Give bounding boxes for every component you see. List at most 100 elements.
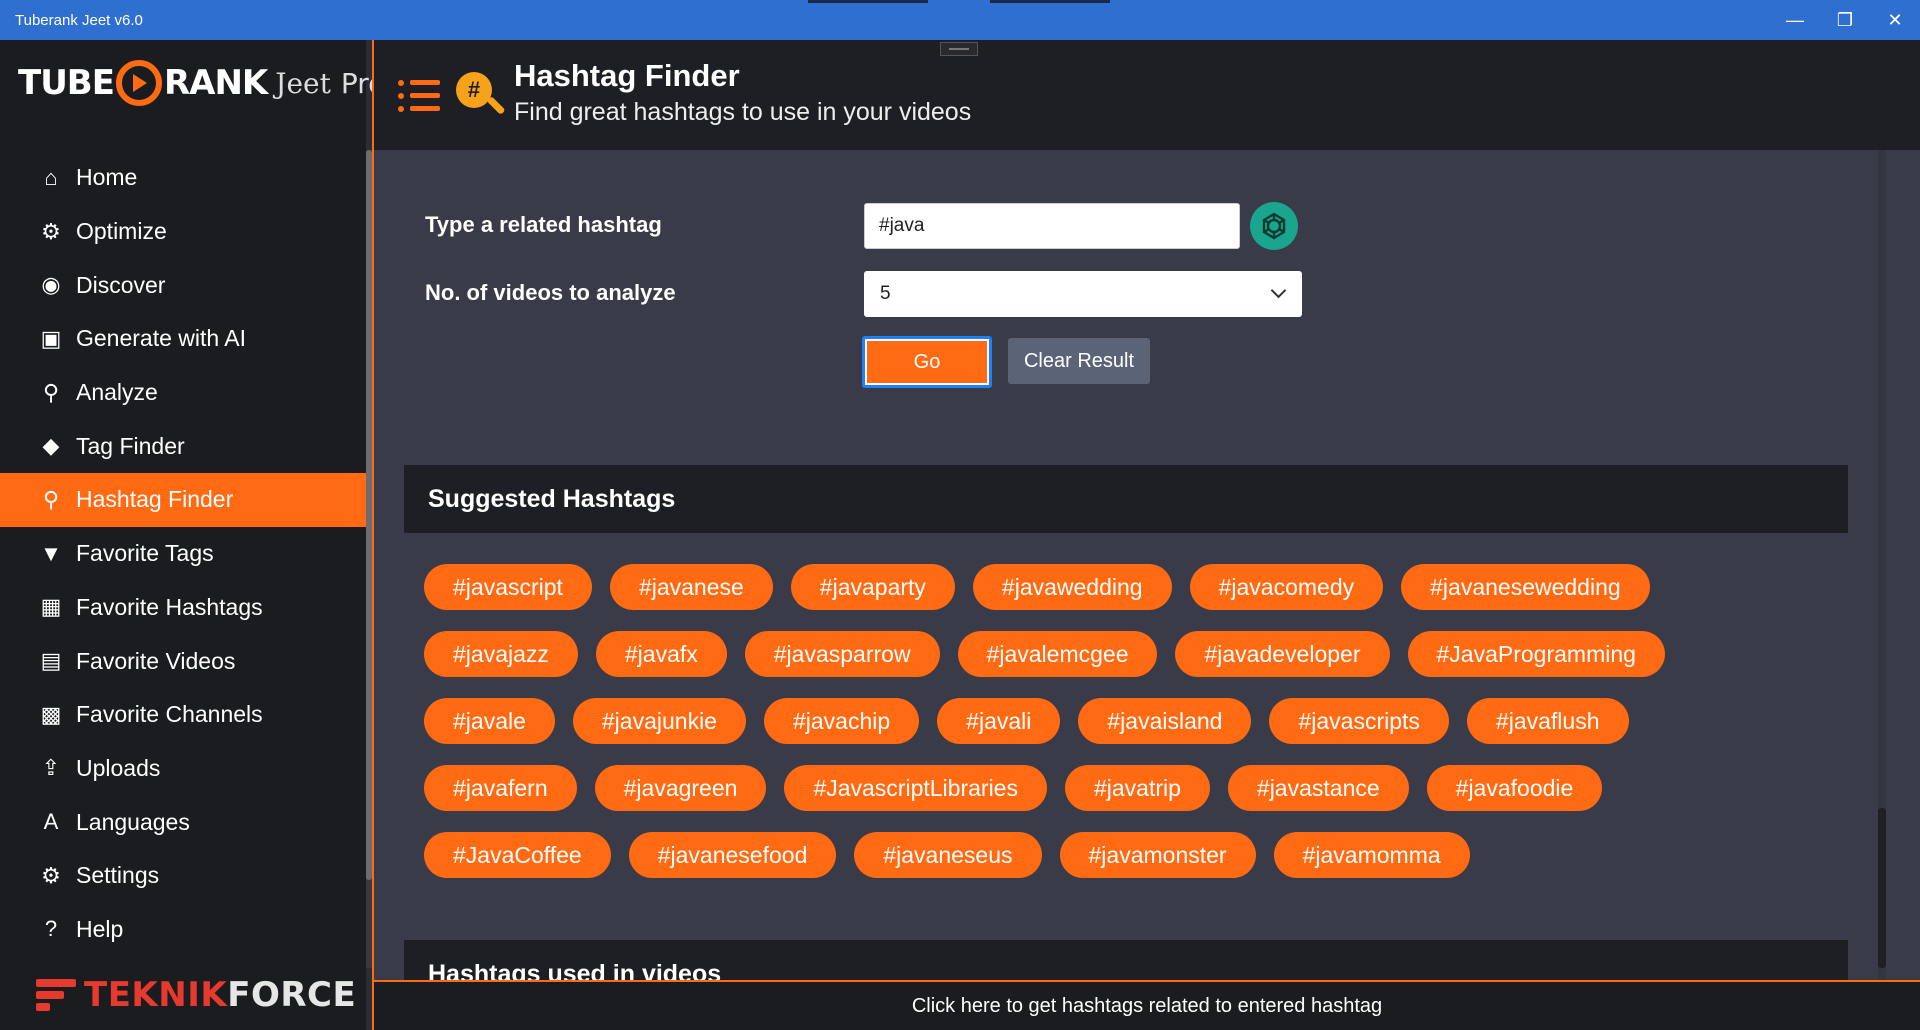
hashtag-chip[interactable]: #javastance [1227, 765, 1409, 811]
sidebar-item-label: Generate with AI [76, 325, 247, 352]
hashtag-chip[interactable]: #javatrip [1064, 765, 1210, 811]
teknikforce-logo: TEKNIKFORCE [36, 975, 356, 1015]
sidebar-item-label: Discover [76, 271, 166, 298]
go-button[interactable]: Go [862, 336, 992, 388]
sidebar-item-optimize[interactable]: ⚙ Optimize [0, 205, 366, 259]
hashtag-row: #javascript #javanese #javaparty #javaweddi… [424, 564, 1844, 610]
app-logo: TUBE RANK Jeet Pro [18, 48, 385, 118]
drag-grip-icon[interactable] [940, 42, 978, 56]
hashtag-chip[interactable]: #javascripts [1269, 698, 1449, 744]
hashtag-row: #javajazz #javafx #javasparrow #javalemcgee… [424, 631, 1844, 677]
uploads-icon: ⇪ [41, 755, 61, 781]
sidebar-item-label: Optimize [76, 218, 167, 245]
hashtag-chip[interactable]: #JavaCoffee [424, 832, 611, 878]
sidebar-item-uploads[interactable]: ⇪ Uploads [0, 742, 366, 796]
content-scrollbar-thumb[interactable] [1878, 808, 1886, 968]
favorite-videos-icon: ▤ [40, 648, 62, 674]
sidebar-item-label: Favorite Channels [76, 701, 263, 728]
suggested-hashtags-heading: Suggested Hashtags [404, 465, 1848, 533]
hashtag-chip[interactable]: #javagreen [594, 765, 767, 811]
clear-result-button[interactable]: Clear Result [1008, 338, 1150, 384]
videos-label: No. of videos to analyze [425, 280, 676, 305]
hashtag-row: #JavaCoffee #javanesefood #javaneseus #java… [424, 832, 1844, 878]
sidebar-item-label: Favorite Hashtags [76, 593, 263, 620]
hashtag-chip[interactable]: #javale [424, 698, 555, 744]
favorite-channels-icon: ▩ [40, 701, 62, 727]
generate-with-ai-icon: ▣ [40, 325, 62, 351]
sidebar-item-tag-finder[interactable]: ◆ Tag Finder [0, 419, 366, 473]
teknik-text: TEKNIK [84, 975, 228, 1015]
sidebar-item-favorite-videos[interactable]: ▤ Favorite Videos [0, 634, 366, 688]
hashtag-chip[interactable]: #javasparrow [744, 631, 940, 677]
hashtag-chip[interactable]: #javaneseus [854, 832, 1042, 878]
window-titlebar: Tuberank Jeet v6.0 — ❐ ✕ [0, 0, 1920, 40]
chevron-down-icon [1270, 282, 1287, 299]
menu-icon[interactable] [398, 76, 442, 116]
analyze-icon: ⚲ [42, 379, 60, 405]
hashtag-chip[interactable]: #javafoodie [1426, 765, 1603, 811]
hashtag-chip[interactable]: #javajazz [424, 631, 578, 677]
hashtag-chip[interactable]: #javacomedy [1189, 564, 1384, 610]
sidebar-item-hashtag-finder[interactable]: ⚲ Hashtag Finder [0, 473, 366, 527]
hashtag-row: #javafern #javagreen #JavascriptLibraries #… [424, 765, 1844, 811]
hashtag-chip[interactable]: #javamonster [1059, 832, 1256, 878]
favorite-tags-icon: ▼ [40, 540, 62, 566]
videos-count-select[interactable]: 5 [864, 271, 1302, 317]
sidebar-item-analyze[interactable]: ⚲ Analyze [0, 366, 366, 420]
hashtag-chip[interactable]: #javadeveloper [1175, 631, 1390, 677]
hashtag-chip[interactable]: #javawedding [972, 564, 1172, 610]
status-text: Click here to get hashtags related to en… [911, 994, 1383, 1017]
hashtag-chip[interactable]: #javalemcgee [957, 631, 1158, 677]
hashtag-chip[interactable]: #javaflush [1466, 698, 1629, 744]
sidebar-item-settings[interactable]: ⚙ Settings [0, 849, 366, 903]
page-header: # Hashtag Finder Find great hashtags to … [374, 40, 1920, 150]
titlebar-tab-indicator [808, 0, 928, 3]
sidebar-item-favorite-hashtags[interactable]: ▦ Favorite Hashtags [0, 581, 366, 635]
sidebar-item-label: Hashtag Finder [76, 486, 234, 513]
hashtag-chip[interactable]: #javamomma [1273, 832, 1470, 878]
sidebar-item-label: Favorite Tags [76, 540, 214, 567]
openai-icon [1262, 212, 1286, 240]
sidebar-item-discover[interactable]: ◉ Discover [0, 258, 366, 312]
hashtag-chip[interactable]: #javafx [595, 631, 727, 677]
hashtag-chip[interactable]: #javanese [609, 564, 773, 610]
hashtag-row: #javale #javajunkie #javachip #javali #javai… [424, 698, 1844, 744]
videos-count-value: 5 [880, 283, 891, 304]
content-scrollbar[interactable] [1878, 150, 1886, 980]
sidebar-item-languages[interactable]: A Languages [0, 795, 366, 849]
hashtag-chip[interactable]: #javanesewedding [1401, 564, 1650, 610]
sidebar-item-favorite-channels[interactable]: ▩ Favorite Channels [0, 688, 366, 742]
page-subtitle: Find great hashtags to use in your video… [514, 98, 972, 126]
hashtag-chip[interactable]: #javascript [424, 564, 592, 610]
status-bar[interactable]: Click here to get hashtags related to en… [374, 980, 1920, 1030]
window-title: Tuberank Jeet v6.0 [15, 11, 143, 29]
logo-play-icon [115, 60, 162, 106]
sidebar-item-favorite-tags[interactable]: ▼ Favorite Tags [0, 527, 366, 581]
hashtag-chip[interactable]: #javachip [763, 698, 920, 744]
sidebar-item-home[interactable]: ⌂ Home [0, 151, 366, 205]
restore-button[interactable]: ❐ [1820, 0, 1870, 40]
sidebar-item-generate-with-ai[interactable]: ▣ Generate with AI [0, 312, 366, 366]
hashtag-chip[interactable]: #JavascriptLibraries [784, 765, 1047, 811]
ai-generate-button[interactable] [1250, 202, 1298, 250]
hashtag-chip[interactable]: #javafern [424, 765, 577, 811]
hashtag-chip[interactable]: #javali [937, 698, 1061, 744]
favorite-hashtags-icon: ▦ [40, 594, 62, 620]
hashtag-chip[interactable]: #JavaProgramming [1407, 631, 1665, 677]
sidebar-item-label: Tag Finder [76, 432, 185, 459]
discover-icon: ◉ [41, 272, 61, 298]
sidebar-item-label: Uploads [76, 754, 161, 781]
logo-tube-text: TUBE [18, 63, 115, 103]
sidebar-item-help[interactable]: ? Help [0, 903, 366, 957]
home-icon: ⌂ [44, 164, 58, 190]
hashtag-chip[interactable]: #javaisland [1078, 698, 1252, 744]
languages-icon: A [43, 809, 59, 835]
hashtag-chip[interactable]: #javanesefood [628, 832, 837, 878]
hashtag-input[interactable] [864, 203, 1240, 249]
teknikforce-mark-icon [36, 977, 76, 1013]
hashtag-label: Type a related hashtag [425, 212, 662, 237]
minimize-button[interactable]: — [1770, 0, 1820, 40]
hashtag-chip[interactable]: #javajunkie [572, 698, 746, 744]
close-button[interactable]: ✕ [1870, 0, 1920, 40]
hashtag-chip[interactable]: #javaparty [790, 564, 955, 610]
